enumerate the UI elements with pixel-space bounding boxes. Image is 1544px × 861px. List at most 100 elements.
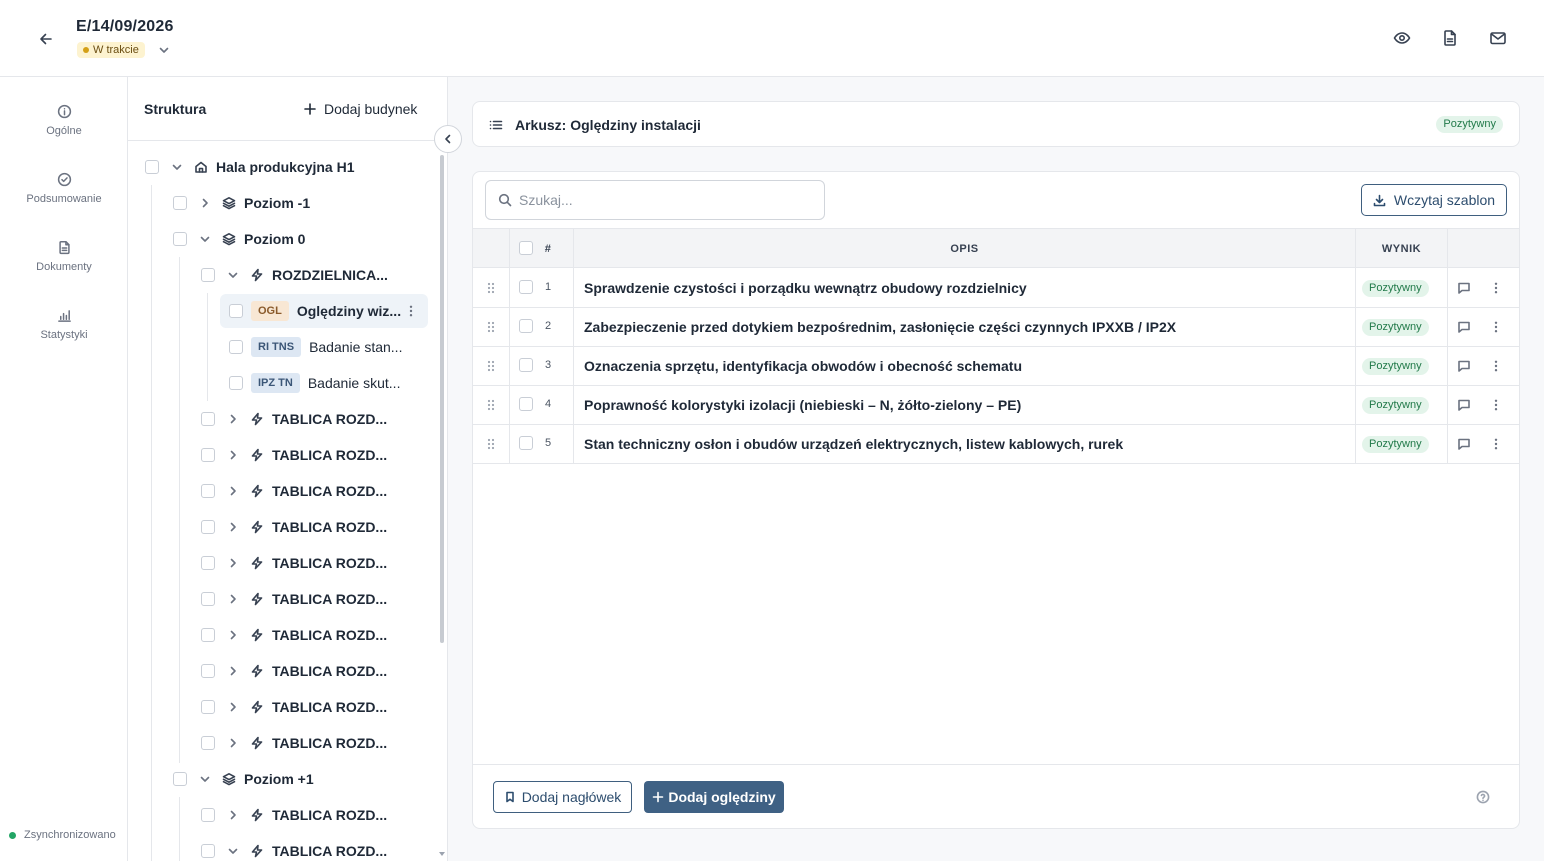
comment-icon[interactable] xyxy=(1457,320,1471,334)
table-row[interactable]: 4 Poprawność kolorystyki izolacji (niebi… xyxy=(473,386,1519,425)
row-checkbox[interactable] xyxy=(519,280,533,294)
load-template-button[interactable]: Wczytaj szablon xyxy=(1361,184,1507,216)
board-checkbox[interactable] xyxy=(201,412,215,426)
add-building-button[interactable]: Dodaj budynek xyxy=(303,101,417,117)
more-vertical-icon[interactable] xyxy=(1489,359,1503,373)
preview-eye-icon[interactable] xyxy=(1393,29,1411,47)
table-row[interactable]: 2 Zabezpieczenie przed dotykiem bezpośre… xyxy=(473,308,1519,347)
row-result-badge[interactable]: Pozytywny xyxy=(1362,397,1429,414)
tree-node-board[interactable]: TABLICA ROZD... xyxy=(201,474,387,508)
comment-icon[interactable] xyxy=(1457,398,1471,412)
search-input[interactable] xyxy=(519,192,809,208)
chevron-right-icon[interactable] xyxy=(226,412,240,426)
tree-node-board[interactable]: TABLICA ROZD... xyxy=(201,726,387,760)
board-checkbox[interactable] xyxy=(201,592,215,606)
more-vertical-icon[interactable] xyxy=(1489,320,1503,334)
board-checkbox[interactable] xyxy=(201,808,215,822)
chevron-right-icon[interactable] xyxy=(226,484,240,498)
chevron-right-icon[interactable] xyxy=(226,448,240,462)
row-checkbox[interactable] xyxy=(519,436,533,450)
tree-node-board[interactable]: TABLICA ROZD... xyxy=(201,438,387,472)
add-header-button[interactable]: Dodaj nagłówek xyxy=(493,781,632,813)
chevron-down-icon[interactable] xyxy=(170,160,184,174)
sheet-item-protection-test[interactable]: IPZ TN Badanie skut... xyxy=(220,366,428,400)
board-checkbox[interactable] xyxy=(201,520,215,534)
board-checkbox[interactable] xyxy=(201,700,215,714)
board-checkbox[interactable] xyxy=(201,736,215,750)
chevron-right-icon[interactable] xyxy=(226,556,240,570)
nav-item-summary[interactable]: Podsumowanie xyxy=(0,172,128,205)
row-result-badge[interactable]: Pozytywny xyxy=(1362,436,1429,453)
drag-handle-icon[interactable] xyxy=(485,359,497,373)
drag-handle-icon[interactable] xyxy=(485,320,497,334)
level-checkbox[interactable] xyxy=(173,232,187,246)
chevron-right-icon[interactable] xyxy=(226,736,240,750)
select-all-checkbox[interactable] xyxy=(519,241,533,255)
chevron-down-icon[interactable] xyxy=(226,268,240,282)
comment-icon[interactable] xyxy=(1457,437,1471,451)
tree-node-board[interactable]: TABLICA ROZD... xyxy=(201,654,387,688)
drag-handle-icon[interactable] xyxy=(485,281,497,295)
drag-handle-icon[interactable] xyxy=(485,398,497,412)
chevron-right-icon[interactable] xyxy=(198,196,212,210)
tree-node-switchboard[interactable]: ROZDZIELNICA... xyxy=(201,258,388,292)
nav-item-general[interactable]: Ogólne xyxy=(0,104,128,137)
building-checkbox[interactable] xyxy=(145,160,159,174)
tree-node-board[interactable]: TABLICA ROZD... xyxy=(201,618,387,652)
chevron-down-icon[interactable] xyxy=(198,772,212,786)
tree-node-board[interactable]: TABLICA ROZD... xyxy=(201,546,387,580)
tree-node-level[interactable]: Poziom -1 xyxy=(173,186,310,220)
sheet-checkbox[interactable] xyxy=(229,340,243,354)
tree-node-board[interactable]: TABLICA ROZD... xyxy=(201,798,387,832)
tree-node-board[interactable]: TABLICA ROZD... xyxy=(201,834,387,861)
chevron-right-icon[interactable] xyxy=(226,520,240,534)
sheet-item-insulation-test[interactable]: RI TNS Badanie stan... xyxy=(220,330,428,364)
comment-icon[interactable] xyxy=(1457,359,1471,373)
help-icon[interactable] xyxy=(1476,790,1490,804)
level-checkbox[interactable] xyxy=(173,196,187,210)
more-vertical-icon[interactable] xyxy=(1489,281,1503,295)
chevron-right-icon[interactable] xyxy=(226,592,240,606)
board-checkbox[interactable] xyxy=(201,448,215,462)
tree-node-board[interactable]: TABLICA ROZD... xyxy=(201,402,387,436)
chevron-down-icon[interactable] xyxy=(226,844,240,858)
collapse-panel-button[interactable] xyxy=(434,125,462,153)
comment-icon[interactable] xyxy=(1457,281,1471,295)
tree-node-board[interactable]: TABLICA ROZD... xyxy=(201,582,387,616)
more-vertical-icon[interactable] xyxy=(1489,398,1503,412)
tree-node-level[interactable]: Poziom +1 xyxy=(173,762,314,796)
nav-item-documents[interactable]: Dokumenty xyxy=(0,240,128,273)
switchboard-checkbox[interactable] xyxy=(201,268,215,282)
sheet-item-visual-inspection[interactable]: OGL Oględziny wiz... xyxy=(220,294,428,328)
more-vertical-icon[interactable] xyxy=(1489,437,1503,451)
chevron-right-icon[interactable] xyxy=(226,628,240,642)
table-row[interactable]: 1 Sprawdzenie czystości i porządku wewną… xyxy=(473,269,1519,308)
add-inspection-button[interactable]: Dodaj oględziny xyxy=(644,781,784,813)
drag-handle-icon[interactable] xyxy=(485,437,497,451)
back-arrow-icon[interactable] xyxy=(36,29,56,49)
chevron-down-icon[interactable] xyxy=(198,232,212,246)
table-row[interactable]: 3 Oznaczenia sprzętu, identyfikacja obwo… xyxy=(473,347,1519,386)
board-checkbox[interactable] xyxy=(201,556,215,570)
more-vertical-icon[interactable] xyxy=(404,304,418,318)
mail-icon[interactable] xyxy=(1489,29,1507,47)
chevron-right-icon[interactable] xyxy=(226,664,240,678)
board-checkbox[interactable] xyxy=(201,664,215,678)
board-checkbox[interactable] xyxy=(201,628,215,642)
status-dropdown-chevron-icon[interactable] xyxy=(157,43,171,57)
scroll-down-arrow-icon[interactable] xyxy=(439,852,445,856)
row-result-badge[interactable]: Pozytywny xyxy=(1362,319,1429,336)
chevron-right-icon[interactable] xyxy=(226,700,240,714)
row-result-badge[interactable]: Pozytywny xyxy=(1362,280,1429,297)
sheet-checkbox[interactable] xyxy=(229,376,243,390)
chevron-right-icon[interactable] xyxy=(226,808,240,822)
row-checkbox[interactable] xyxy=(519,358,533,372)
tree-node-level[interactable]: Poziom 0 xyxy=(173,222,305,256)
board-checkbox[interactable] xyxy=(201,484,215,498)
document-file-icon[interactable] xyxy=(1441,29,1459,47)
row-checkbox[interactable] xyxy=(519,319,533,333)
board-checkbox[interactable] xyxy=(201,844,215,858)
tree-node-building[interactable]: Hala produkcyjna H1 xyxy=(145,150,355,184)
table-row[interactable]: 5 Stan techniczny osłon i obudów urządze… xyxy=(473,425,1519,464)
sheet-checkbox[interactable] xyxy=(229,304,243,318)
